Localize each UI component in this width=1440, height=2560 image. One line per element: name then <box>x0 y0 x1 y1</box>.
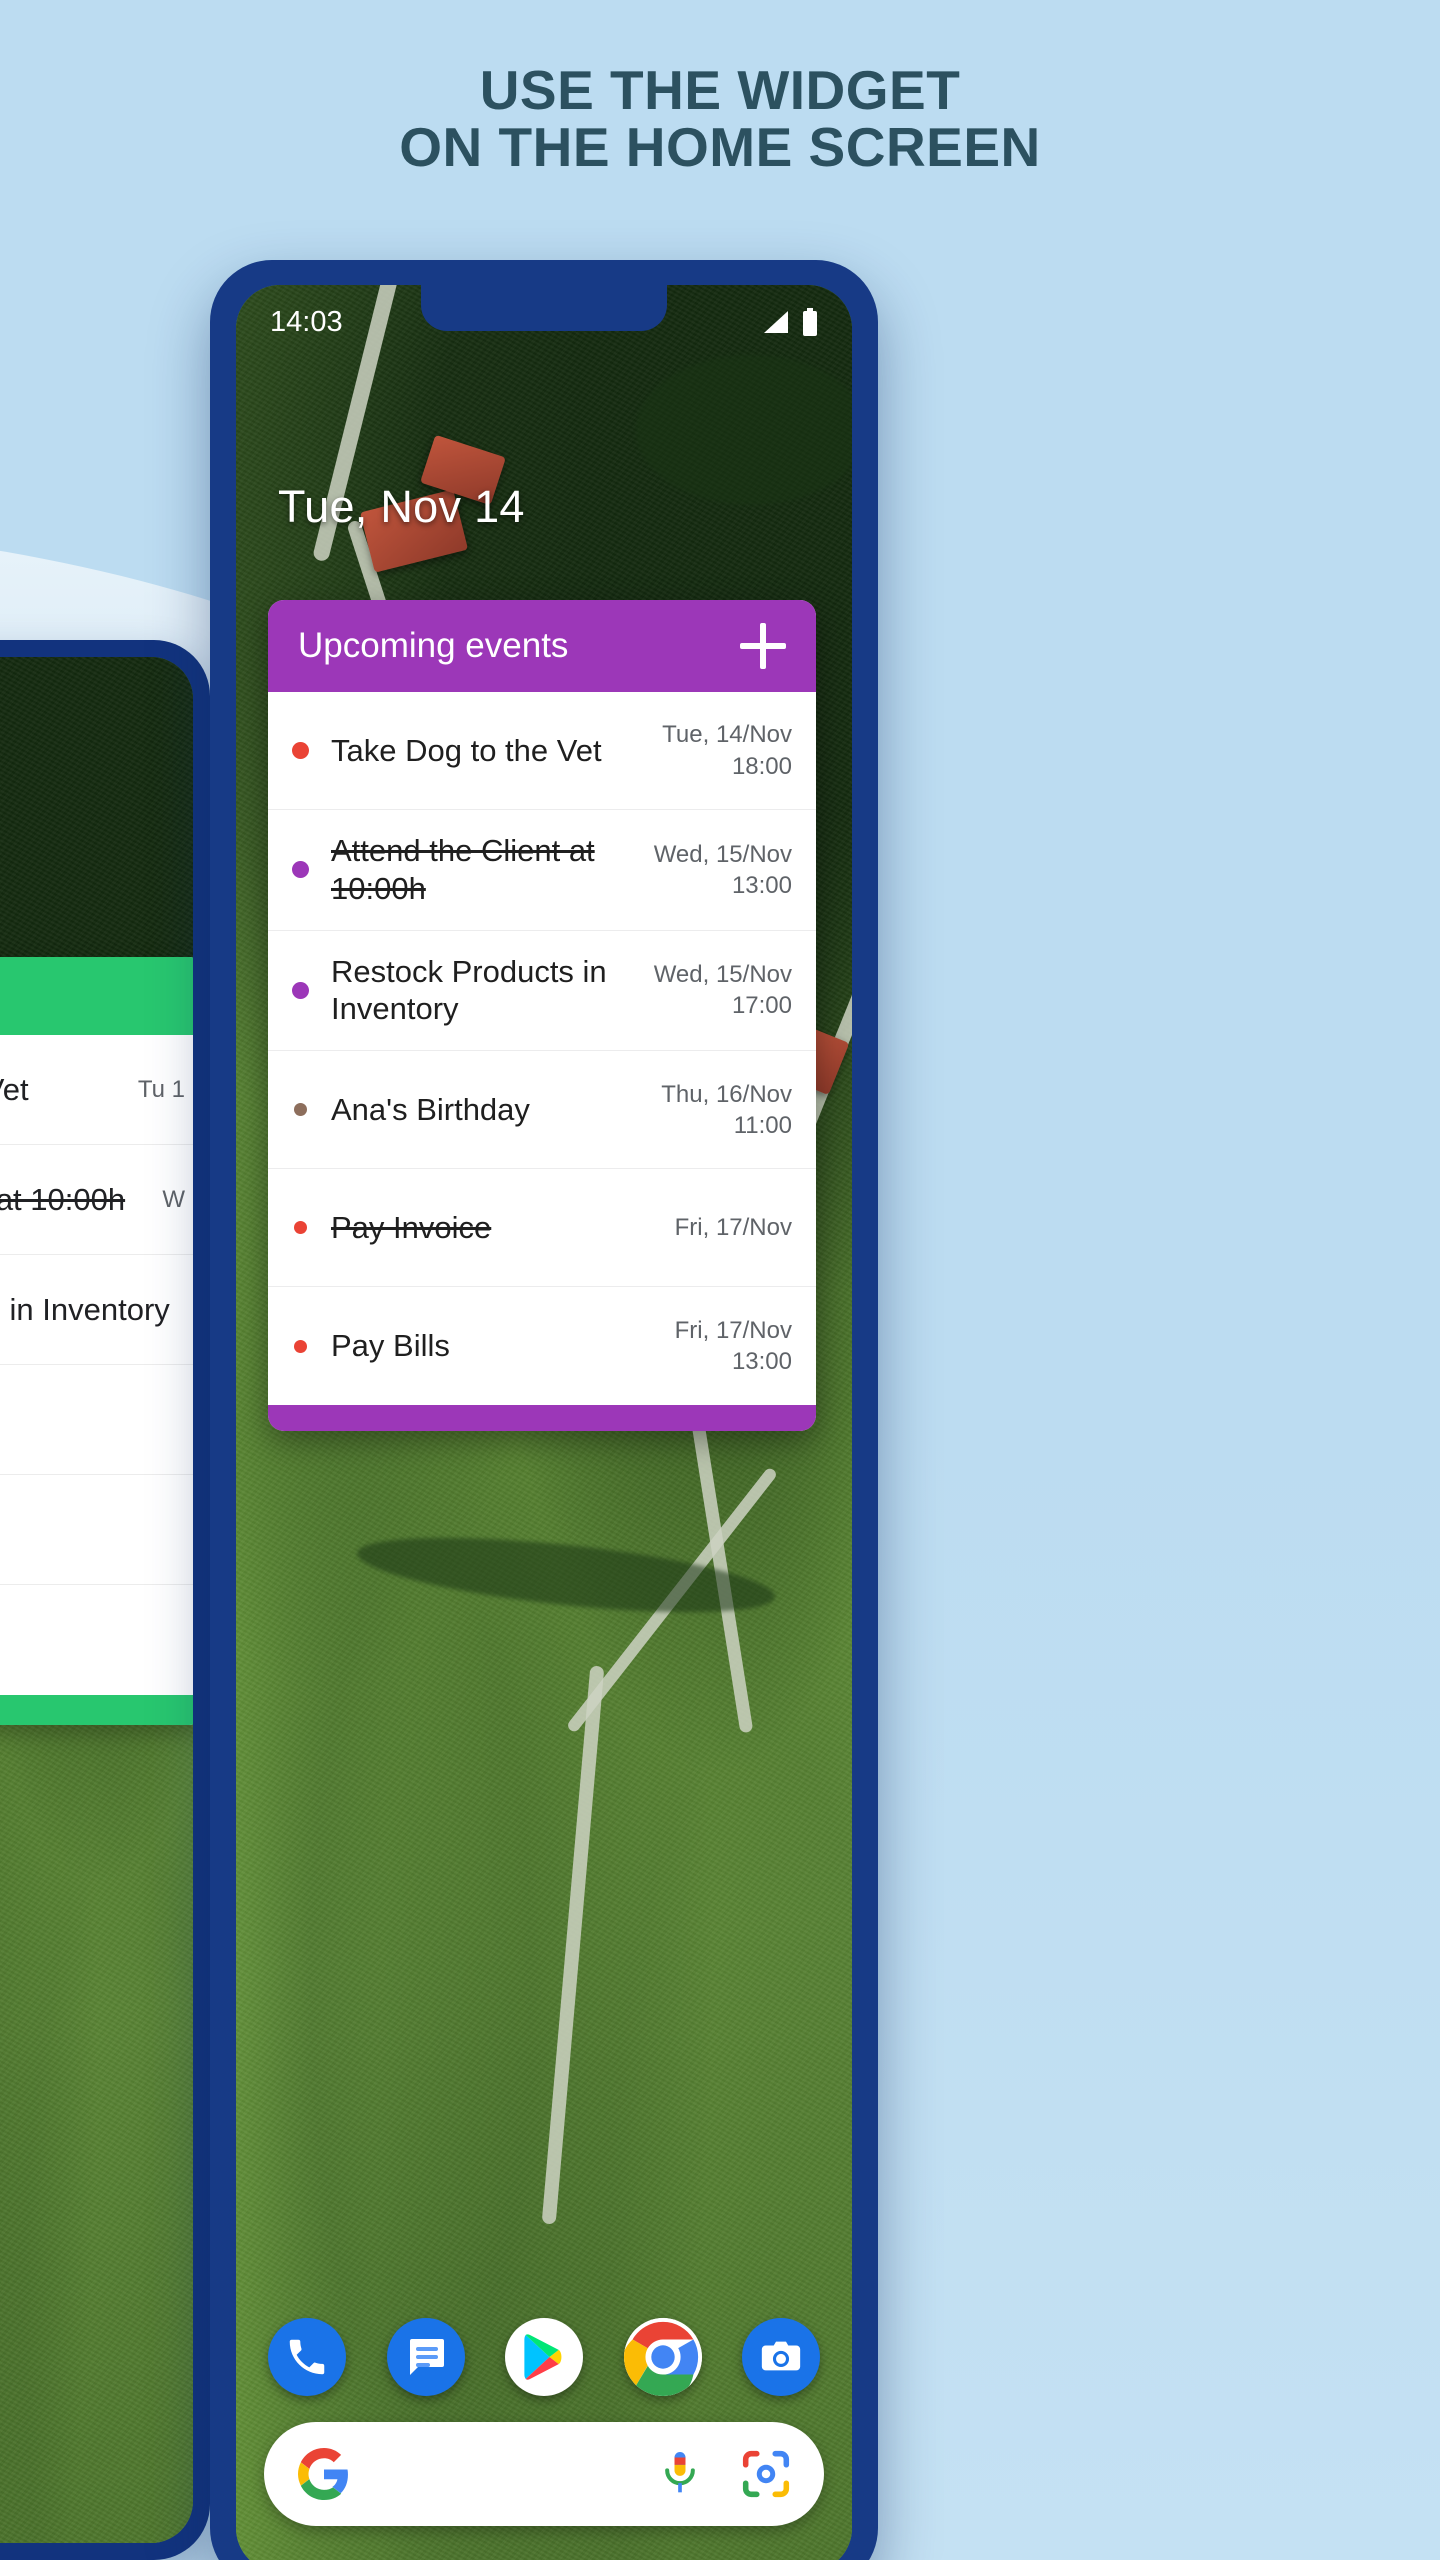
camera-app-icon[interactable] <box>742 2318 820 2396</box>
promo-headline: USE THE WIDGET ON THE HOME SCREEN <box>0 59 1440 179</box>
event-title: Pay Invoice <box>0 1511 185 1548</box>
event-time: 18:00 <box>731 752 792 780</box>
event-time: 13:00 <box>731 1348 792 1376</box>
event-dot <box>292 861 309 879</box>
event-title: Restock Products in Inventory <box>331 953 607 1027</box>
event-date: Tu 1 <box>137 1075 185 1103</box>
phone-mockup: 14:03 Tue, Nov 14 Upcoming events Take D… <box>210 260 878 2560</box>
event-datetime: Wed, 15/Nov 17:00 <box>654 959 792 1021</box>
event-dot <box>292 981 309 999</box>
event-date: Wed, 15/Nov <box>653 840 792 868</box>
table-row[interactable]: Restock Products in Inventory Wed, 15/No… <box>268 931 816 1052</box>
event-title: Pay Invoice <box>331 1209 492 1245</box>
play-triangle-icon <box>524 2334 562 2380</box>
chrome-logo-icon <box>623 2318 702 2396</box>
promo-headline-line-1: USE THE WIDGET <box>479 59 961 121</box>
event-datetime: Fri, 17/Nov 13:00 <box>675 1315 792 1377</box>
list-item[interactable]: Pay Invoice <box>0 1475 193 1585</box>
event-datetime: Tue, 14/Nov 18:00 <box>662 719 792 781</box>
event-datetime: Fri, 17/Nov <box>675 1212 792 1243</box>
home-dock <box>236 2318 852 2396</box>
event-datetime: Wed, 15/Nov 13:00 <box>654 839 792 901</box>
event-title: Take Dog to the Vet <box>0 1071 29 1107</box>
secondary-widget-header: coming events <box>0 957 193 1035</box>
event-title: Attend the Client at 10:00h <box>0 1181 126 1217</box>
table-row[interactable]: Take Dog to the Vet Tue, 14/Nov 18:00 <box>268 692 816 810</box>
event-date: Wed, 15/Nov <box>653 961 792 989</box>
event-dot <box>294 1339 307 1353</box>
battery-icon <box>802 308 818 336</box>
table-row[interactable]: Pay Bills Fri, 17/Nov 13:00 <box>268 1287 816 1405</box>
event-time: 17:00 <box>731 992 792 1020</box>
play-store-app-icon[interactable] <box>505 2318 583 2396</box>
event-title: Ana's Birthday <box>0 1401 185 1438</box>
event-title: Attend the Client at 10:00h <box>331 833 595 906</box>
upcoming-events-widget[interactable]: Upcoming events Take Dog to the Vet Tue,… <box>268 600 816 1432</box>
event-time: 13:00 <box>731 871 792 899</box>
widget-header: Upcoming events <box>268 600 816 692</box>
secondary-phone-mockup: Nov 14 coming events Take Dog to the Vet… <box>0 640 210 2560</box>
camera-icon <box>761 2341 801 2371</box>
table-row[interactable]: Attend the Client at 10:00h Wed, 15/Nov … <box>268 810 816 931</box>
wallpaper-tree-cluster <box>636 355 852 505</box>
promo-headline-line-2: ON THE HOME SCREEN <box>399 116 1041 179</box>
list-item[interactable]: Ana's Birthday <box>0 1365 193 1475</box>
secondary-widget-footer <box>0 1695 193 1725</box>
event-time: 11:00 <box>733 1111 792 1139</box>
list-item[interactable]: Attend the Client at 10:00h W <box>0 1145 193 1255</box>
widget-event-list: Take Dog to the Vet Tue, 14/Nov 18:00 At… <box>268 692 816 1406</box>
google-g-icon <box>298 2448 350 2500</box>
phone-handset-icon <box>289 2339 325 2375</box>
secondary-widget-list: Take Dog to the Vet Tu 1 Attend the Clie… <box>0 1035 193 1695</box>
status-bar-icons <box>762 308 818 336</box>
list-item[interactable]: Restock Products in Inventory <box>0 1255 193 1365</box>
event-title: Take Dog to the Vet <box>331 732 602 768</box>
google-lens-icon[interactable] <box>742 2450 790 2498</box>
event-date: Fri, 17/Nov <box>674 1214 792 1242</box>
list-item[interactable]: Pay Bills <box>0 1585 193 1695</box>
google-search-bar[interactable] <box>264 2422 824 2526</box>
chrome-app-icon[interactable] <box>623 2318 702 2396</box>
status-bar-clock: 14:03 <box>270 305 343 338</box>
phone-app-icon[interactable] <box>268 2318 346 2396</box>
status-bar: 14:03 <box>236 285 852 359</box>
widget-title: Upcoming events <box>298 626 569 665</box>
table-row[interactable]: Ana's Birthday Thu, 16/Nov 11:00 <box>268 1051 816 1170</box>
home-screen-date: Tue, Nov 14 <box>278 481 525 532</box>
messages-app-icon[interactable] <box>386 2318 465 2396</box>
microphone-icon[interactable] <box>658 2450 702 2498</box>
event-date: Fri, 17/Nov <box>674 1317 792 1345</box>
event-title: Pay Bills <box>0 1621 185 1658</box>
secondary-phone-screen: Nov 14 coming events Take Dog to the Vet… <box>0 657 193 2543</box>
table-row[interactable]: Pay Invoice Fri, 17/Nov <box>268 1169 816 1288</box>
event-dot <box>292 742 309 759</box>
event-dot <box>294 1103 307 1117</box>
signal-bars-icon <box>762 309 792 335</box>
event-date: W <box>162 1185 185 1213</box>
phone-screen: 14:03 Tue, Nov 14 Upcoming events Take D… <box>236 285 852 2560</box>
event-datetime: Thu, 16/Nov 11:00 <box>661 1079 792 1141</box>
list-item[interactable]: Take Dog to the Vet Tu 1 <box>0 1035 193 1145</box>
plus-icon[interactable] <box>740 623 786 669</box>
secondary-widget: coming events Take Dog to the Vet Tu 1 A… <box>0 957 193 1725</box>
event-date: Tue, 14/Nov <box>662 721 792 749</box>
chat-bubble-icon <box>409 2339 444 2375</box>
event-dot <box>294 1221 307 1235</box>
widget-footer <box>268 1405 816 1432</box>
event-date: Thu, 16/Nov <box>661 1080 792 1108</box>
event-title: Restock Products in Inventory <box>0 1291 170 1327</box>
event-title: Ana's Birthday <box>331 1091 530 1127</box>
event-title: Pay Bills <box>331 1328 450 1364</box>
